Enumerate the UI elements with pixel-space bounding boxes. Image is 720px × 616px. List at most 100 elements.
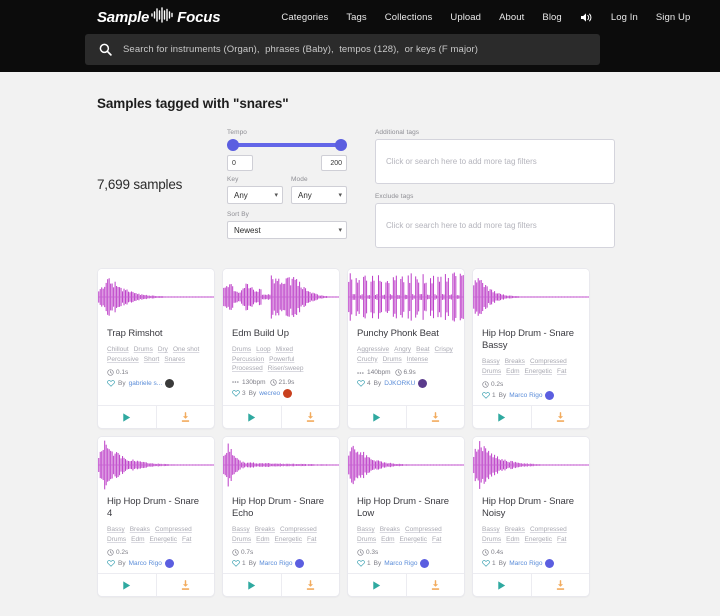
sample-tag[interactable]: Energetic: [150, 535, 177, 545]
like-button[interactable]: [107, 380, 115, 387]
avatar[interactable]: [418, 379, 427, 388]
sample-tag[interactable]: Drums: [357, 535, 376, 545]
like-button[interactable]: 1: [482, 560, 496, 567]
sample-tag[interactable]: Processed: [232, 364, 263, 374]
sample-tag[interactable]: Drums: [232, 535, 251, 545]
sample-title[interactable]: Hip Hop Drum - Snare Bassy: [482, 328, 580, 352]
sample-tag[interactable]: Energetic: [525, 535, 552, 545]
sample-tag[interactable]: Beat: [416, 345, 429, 355]
like-button[interactable]: 1: [232, 560, 246, 567]
nav-item-categories[interactable]: Categories: [281, 12, 328, 23]
sample-waveform[interactable]: [348, 437, 464, 493]
like-button[interactable]: 1: [482, 392, 496, 399]
sample-title[interactable]: Hip Hop Drum - Snare Noisy: [482, 496, 580, 520]
sample-author-link[interactable]: Marco Rigo: [509, 560, 542, 567]
download-button[interactable]: [156, 406, 215, 428]
signup-link[interactable]: Sign Up: [656, 12, 691, 23]
sample-tag[interactable]: Bassy: [107, 525, 125, 535]
sample-waveform[interactable]: [223, 437, 339, 493]
search-bar[interactable]: [85, 34, 600, 65]
sort-select[interactable]: Newest ▾: [227, 221, 347, 239]
download-button[interactable]: [281, 574, 340, 596]
sample-tag[interactable]: Riser/sweep: [268, 364, 304, 374]
sample-tag[interactable]: Fat: [307, 535, 316, 545]
mode-select[interactable]: Any ▾: [291, 186, 347, 204]
sample-tag[interactable]: Compressed: [280, 525, 317, 535]
sample-tag[interactable]: Mixed: [276, 345, 293, 355]
like-button[interactable]: 1: [357, 560, 371, 567]
sample-tag[interactable]: Compressed: [405, 525, 442, 535]
download-button[interactable]: [406, 406, 465, 428]
avatar[interactable]: [420, 559, 429, 568]
avatar[interactable]: [295, 559, 304, 568]
sample-tag[interactable]: Chillout: [107, 345, 129, 355]
sample-tag[interactable]: Edm: [506, 535, 519, 545]
play-button[interactable]: [348, 406, 406, 428]
search-input[interactable]: [123, 44, 600, 55]
tempo-min-input[interactable]: 0: [227, 155, 253, 171]
additional-tags-input[interactable]: Click or search here to add more tag fil…: [375, 139, 615, 184]
sample-tag[interactable]: Breaks: [505, 357, 525, 367]
sample-author-link[interactable]: DJKORKU: [384, 380, 415, 387]
download-button[interactable]: [281, 406, 340, 428]
download-button[interactable]: [156, 574, 215, 596]
avatar[interactable]: [283, 389, 292, 398]
avatar[interactable]: [545, 391, 554, 400]
sample-card[interactable]: Edm Build Up DrumsLoopMixedPercussionPow…: [222, 268, 340, 429]
nav-item-blog[interactable]: Blog: [542, 12, 561, 23]
sample-card[interactable]: Hip Hop Drum - Snare 4 Bassy Breaks Compre…: [97, 436, 215, 597]
sample-author-link[interactable]: gabriele s...: [129, 380, 163, 387]
play-button[interactable]: [223, 406, 281, 428]
sample-card[interactable]: Hip Hop Drum - Snare Echo BassyBreaksCom…: [222, 436, 340, 597]
nav-item-collections[interactable]: Collections: [385, 12, 433, 23]
sample-tag[interactable]: Powerful: [269, 355, 294, 365]
sample-waveform[interactable]: [473, 269, 589, 325]
sample-tag[interactable]: Angry: [394, 345, 411, 355]
sample-tag[interactable]: Percussive: [107, 355, 139, 365]
avatar[interactable]: [165, 559, 174, 568]
site-logo[interactable]: Sample Focus: [97, 7, 220, 27]
nav-item-tags[interactable]: Tags: [346, 12, 366, 23]
login-link[interactable]: Log In: [611, 12, 638, 23]
sample-title[interactable]: Hip Hop Drum - Snare 4: [107, 496, 205, 520]
tempo-max-input[interactable]: 200: [321, 155, 347, 171]
key-select[interactable]: Any ▾: [227, 186, 283, 204]
sample-card[interactable]: Trap Rimshot ChilloutDrumsDryOne shotPer…: [97, 268, 215, 429]
sample-card[interactable]: Punchy Phonk Beat AggressiveAngryBeatCri…: [347, 268, 465, 429]
sample-tag[interactable]: Breaks: [130, 525, 150, 535]
sample-title[interactable]: Hip Hop Drum - Snare Low: [357, 496, 455, 520]
sample-tag[interactable]: Compressed: [530, 525, 567, 535]
avatar[interactable]: [545, 559, 554, 568]
like-button[interactable]: 3: [232, 390, 246, 397]
download-button[interactable]: [531, 574, 590, 596]
sample-tag[interactable]: Loop: [256, 345, 270, 355]
sample-tag[interactable]: Fat: [182, 535, 191, 545]
play-button[interactable]: [473, 574, 531, 596]
sample-tag[interactable]: Breaks: [380, 525, 400, 535]
sample-tag[interactable]: Drums: [482, 535, 501, 545]
sample-waveform[interactable]: [473, 437, 589, 493]
sample-tag[interactable]: Breaks: [255, 525, 275, 535]
sample-tag[interactable]: Energetic: [525, 367, 552, 377]
sample-tag[interactable]: Breaks: [505, 525, 525, 535]
sample-waveform[interactable]: [223, 269, 339, 325]
sample-tag[interactable]: Short: [144, 355, 160, 365]
sample-tag[interactable]: Bassy: [357, 525, 375, 535]
sample-tag[interactable]: Compressed: [155, 525, 192, 535]
tempo-slider[interactable]: [227, 139, 347, 151]
sample-tag[interactable]: Aggressive: [357, 345, 389, 355]
sample-title[interactable]: Trap Rimshot: [107, 328, 205, 340]
download-button[interactable]: [406, 574, 465, 596]
play-button[interactable]: [98, 574, 156, 596]
sample-author-link[interactable]: Marco Rigo: [259, 560, 292, 567]
sample-tag[interactable]: Bassy: [482, 357, 500, 367]
sample-tag[interactable]: Energetic: [400, 535, 427, 545]
sample-tag[interactable]: Compressed: [530, 357, 567, 367]
avatar[interactable]: [165, 379, 174, 388]
sample-author-link[interactable]: Marco Rigo: [384, 560, 417, 567]
sample-tag[interactable]: Dry: [158, 345, 168, 355]
sample-tag[interactable]: Crispy: [435, 345, 453, 355]
sample-tag[interactable]: Bassy: [482, 525, 500, 535]
sample-waveform[interactable]: [348, 269, 464, 325]
sample-tag[interactable]: Edm: [131, 535, 144, 545]
